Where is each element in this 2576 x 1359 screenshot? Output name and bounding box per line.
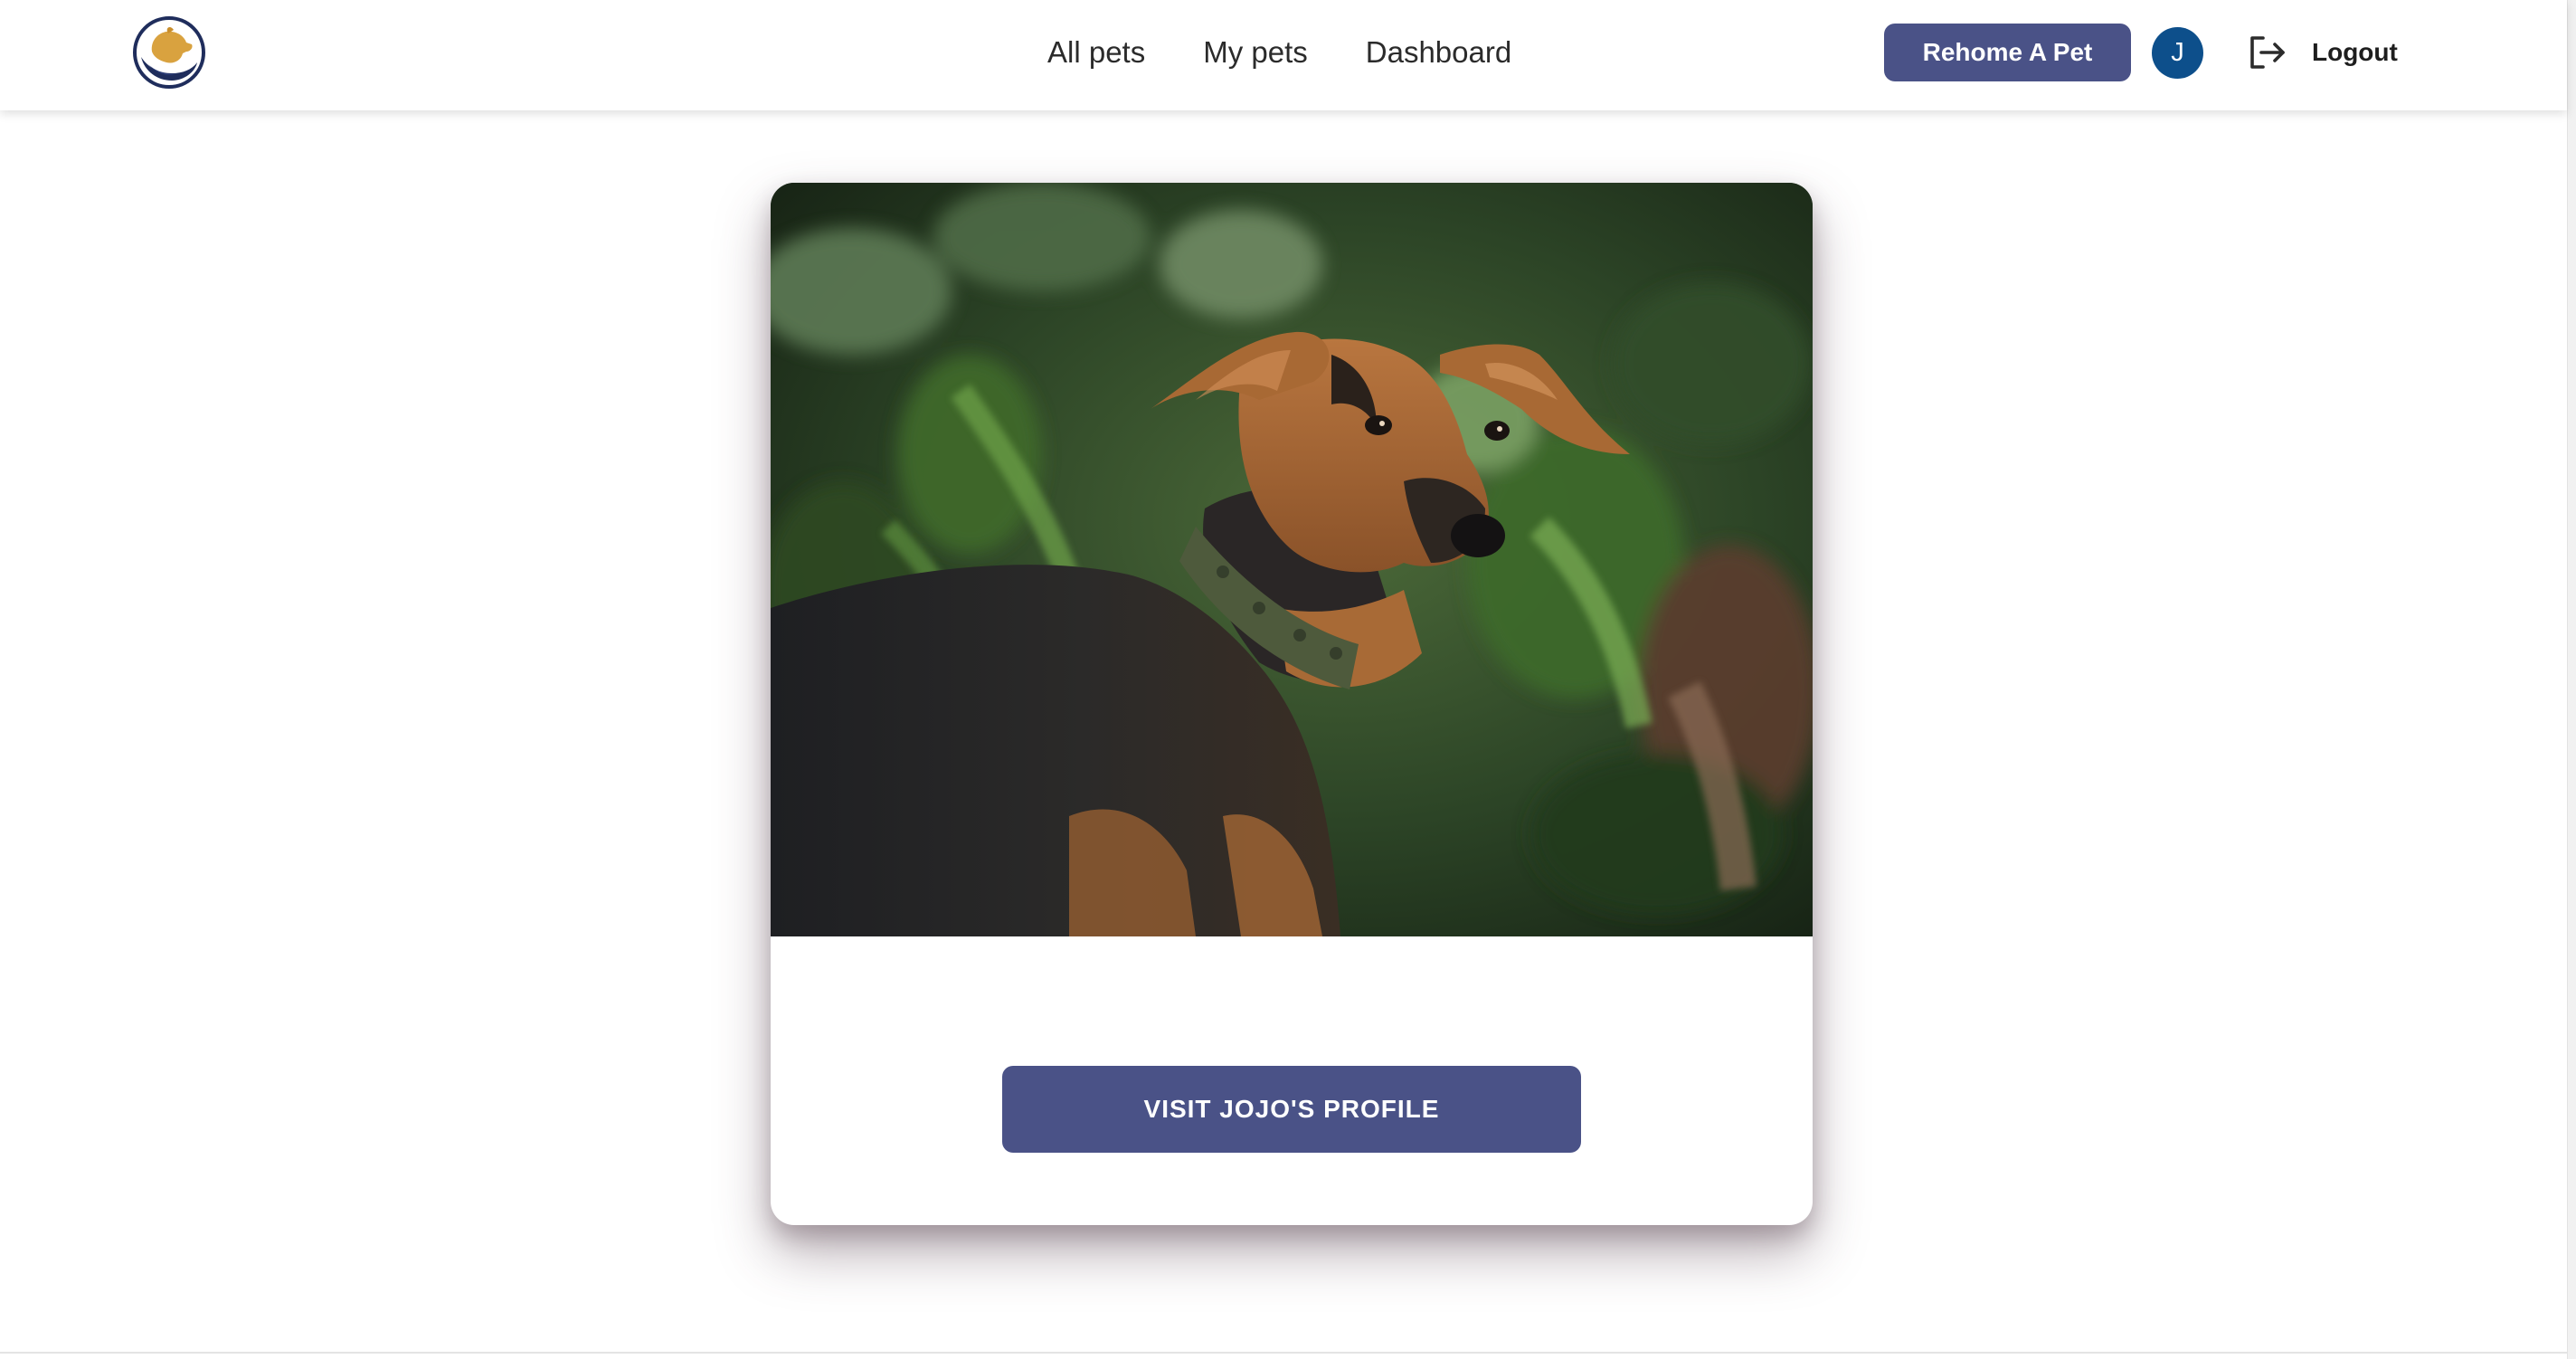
- nav-link-all-pets[interactable]: All pets: [1047, 35, 1145, 70]
- main-nav: All pets My pets Dashboard: [1047, 0, 1511, 105]
- logout-label: Logout: [2312, 38, 2398, 66]
- rehome-pet-button[interactable]: Rehome A Pet: [1884, 24, 2131, 81]
- bottom-divider: [0, 1352, 2576, 1354]
- user-avatar[interactable]: J: [2152, 27, 2203, 79]
- nav-link-dashboard[interactable]: Dashboard: [1366, 35, 1511, 70]
- logout-icon: [2250, 36, 2285, 69]
- nav-link-my-pets[interactable]: My pets: [1203, 35, 1308, 70]
- top-navbar: All pets My pets Dashboard Rehome A Pet …: [0, 0, 2567, 110]
- pet-card: VISIT JOJO'S PROFILE: [771, 183, 1813, 1225]
- pet-photo: [771, 183, 1813, 936]
- page-scrollbar[interactable]: [2567, 0, 2576, 1359]
- logout-button[interactable]: Logout: [2245, 27, 2398, 78]
- visit-profile-button[interactable]: VISIT JOJO'S PROFILE: [1002, 1066, 1581, 1153]
- pet-care-logo-icon[interactable]: [132, 15, 206, 90]
- page: All pets My pets Dashboard Rehome A Pet …: [0, 0, 2576, 1359]
